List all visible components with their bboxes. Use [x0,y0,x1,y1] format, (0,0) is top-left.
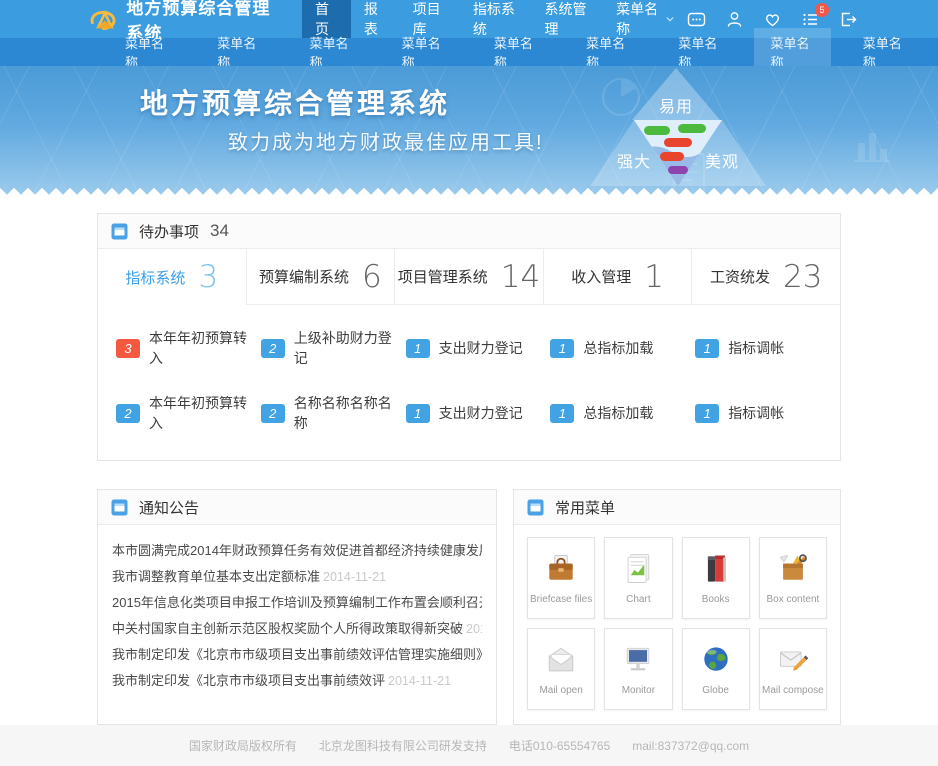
todo-header-title: 待办事项 [139,221,199,242]
footer-phone: 电话010-65554765 [509,737,610,754]
notice-header-title: 通知公告 [139,497,199,518]
hero-zigzag-edge [0,185,938,196]
todo-item[interactable]: 3本年年初预算转入 [116,328,261,368]
tile-chart[interactable]: Chart [604,537,672,619]
globe-icon [697,642,735,678]
notice-date: 2014-11-21 [466,622,482,636]
todo-item[interactable]: 1指标调帐 [695,393,840,433]
notification-badge: 5 [815,3,829,17]
notice-item[interactable]: 我市调整教育单位基本支出定额标准2014-11-21 [112,564,482,590]
pie-chart-deco-icon [598,74,644,120]
notice-item[interactable]: 我市制定印发《北京市市级项目支出事前绩效评估管理实施细则》2014-11-21 [112,642,482,668]
todo-badge: 1 [550,339,574,358]
notice-date: 2014-11-21 [388,674,451,688]
briefcase-icon [542,551,580,587]
quick-menu-card-header: 常用菜单 [514,490,840,525]
todo-item-grid: 3本年年初预算转入 2上级补助财力登记 1支出财力登记 1总指标加载 1指标调帐… [98,305,840,460]
logout-icon[interactable] [839,10,858,29]
message-icon[interactable] [687,10,706,29]
todo-item[interactable]: 1支出财力登记 [406,328,551,368]
todo-badge: 1 [550,404,574,423]
quick-menu-header-title: 常用菜单 [555,497,615,518]
todo-item[interactable]: 2上级补助财力登记 [261,328,406,368]
todo-badge: 1 [406,404,430,423]
tab-indicator-system[interactable]: 指标系统3 [98,249,247,305]
todo-badge: 1 [406,339,430,358]
hero-title: 地方预算综合管理系统 [140,82,450,122]
notice-item[interactable]: 2015年信息化类项目申报工作培训及预算编制工作布置会顺利召开2014-11-2… [112,590,482,616]
hero-subtitle: 致力成为地方财政最佳应用工具! [228,126,544,155]
page-footer: 国家财政局版权所有 北京龙图科技有限公司研发支持 电话010-65554765 … [0,725,938,766]
todo-badge: 3 [116,339,140,358]
tile-mail-open[interactable]: Mail open [527,628,595,710]
todo-list-icon[interactable]: 5 [801,10,820,29]
todo-badge: 2 [261,339,285,358]
todo-header-count: 34 [210,221,229,241]
sub-navbar: 菜单名称 菜单名称 菜单名称 菜单名称 菜单名称 菜单名称 菜单名称 菜单名称 … [0,38,938,66]
notice-item[interactable]: 中关村国家自主创新示范区股权奖励个人所得政策取得新突破2014-11-21 [112,616,482,642]
tile-box-content[interactable]: Box content [759,537,827,619]
window-icon [111,499,128,516]
quick-menu-tiles: Briefcase files Chart [514,525,840,724]
notice-card-header: 通知公告 [98,490,496,525]
tab-income-management[interactable]: 收入管理1 [544,249,693,305]
tile-globe[interactable]: Globe [682,628,750,710]
tile-monitor[interactable]: Monitor [604,628,672,710]
todo-item[interactable]: 2名称名称名称名称 [261,393,406,433]
tab-project-management[interactable]: 项目管理系统14 [395,249,544,305]
window-icon [527,499,544,516]
books-icon [697,551,735,587]
todo-badge: 2 [261,404,285,423]
window-icon [111,223,128,240]
todo-badge: 1 [695,404,719,423]
tile-briefcase-files[interactable]: Briefcase files [527,537,595,619]
chart-icon [619,551,657,587]
todo-badge: 2 [116,404,140,423]
hero-banner: 地方预算综合管理系统 致力成为地方财政最佳应用工具! 易用 强大 美观 [0,66,938,196]
todo-item[interactable]: 1总指标加载 [550,328,695,368]
top-nav-icons: 5 [687,10,938,29]
todo-tabs: 指标系统3 预算编制系统6 项目管理系统14 收入管理1 工资统发23 [98,249,840,305]
footer-mail: mail:837372@qq.com [632,739,749,753]
main-content: 待办事项 34 指标系统3 预算编制系统6 项目管理系统14 收入管理1 工资统… [97,213,841,725]
todo-item[interactable]: 1支出财力登记 [406,393,551,433]
todo-item[interactable]: 2本年年初预算转入 [116,393,261,433]
footer-copyright: 国家财政局版权所有 [189,737,297,754]
tile-books[interactable]: Books [682,537,750,619]
footer-support: 北京龙图科技有限公司研发支持 [319,737,487,754]
todo-item[interactable]: 1指标调帐 [695,328,840,368]
todo-card: 待办事项 34 指标系统3 预算编制系统6 项目管理系统14 收入管理1 工资统… [97,213,841,461]
notice-item[interactable]: 我市制定印发《北京市市级项目支出事前绩效评2014-11-21 [112,668,482,694]
notice-date: 2014-11-21 [323,570,386,584]
bar-chart-deco-icon [850,121,894,165]
heart-icon[interactable] [763,10,782,29]
mail-open-icon [542,642,580,678]
tab-salary-distribution[interactable]: 工资统发23 [692,249,840,305]
mail-compose-icon [774,642,812,678]
tile-mail-compose[interactable]: Mail compose [759,628,827,710]
user-icon[interactable] [725,10,744,29]
chevron-down-icon [666,16,674,23]
page: 地方预算综合管理系统 首页 报表 项目库 指标系统 系统管理 菜单名称 [0,0,938,690]
tab-budget-compilation[interactable]: 预算编制系统6 [247,249,396,305]
box-content-icon [774,551,812,587]
todo-item[interactable]: 1总指标加载 [550,393,695,433]
todo-badge: 1 [695,339,719,358]
todo-card-header: 待办事项 34 [98,214,840,249]
notice-list: 本市圆满完成2014年财政预算任务有效促进首都经济持续健康发展2015-01-0… [98,525,496,709]
monitor-icon [619,642,657,678]
notice-item[interactable]: 本市圆满完成2014年财政预算任务有效促进首都经济持续健康发展2015-01-0… [112,538,482,564]
